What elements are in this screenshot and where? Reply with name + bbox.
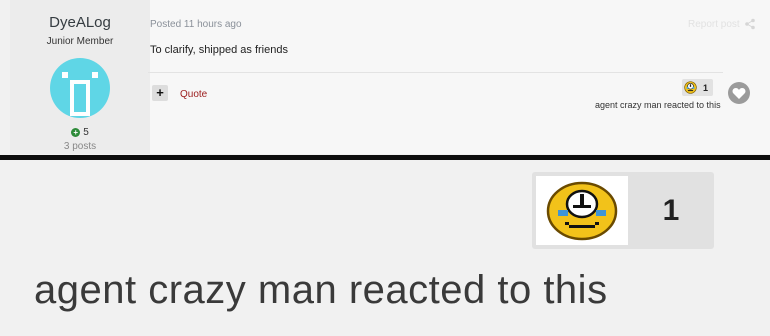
zoomed-view: 1 agent crazy man reacted to this [0, 160, 770, 336]
divider [148, 72, 723, 73]
post-timestamp[interactable]: Posted 11 hours ago [150, 19, 242, 30]
reputation-count: 5 [83, 127, 89, 138]
heart-icon [732, 87, 746, 99]
reaction-badge[interactable]: 1 [682, 79, 713, 96]
author-name[interactable]: DyeALog [10, 14, 150, 31]
react-button[interactable] [728, 82, 750, 104]
zoomed-reacted-text: agent crazy man reacted to this [34, 268, 608, 312]
avatar-image [48, 56, 112, 120]
quote-button[interactable]: Quote [180, 89, 207, 100]
reputation: + 5 [10, 127, 150, 138]
zoomed-reaction-count: 1 [662, 193, 680, 227]
reaction-count: 1 [702, 82, 708, 93]
multiquote-button[interactable]: + [152, 85, 168, 101]
author-rank: Junior Member [46, 36, 114, 47]
post-count: 3 posts [63, 141, 97, 152]
share-icon[interactable] [744, 18, 756, 30]
post-content: To clarify, shipped as friends [150, 44, 288, 56]
reacted-text[interactable]: agent crazy man reacted to this [595, 100, 721, 110]
plus-circle-icon: + [71, 128, 81, 137]
crying-face-icon [682, 79, 698, 96]
report-post-link[interactable]: Report post [688, 19, 740, 30]
avatar[interactable] [48, 56, 112, 120]
crying-face-icon [536, 176, 628, 245]
zoomed-reaction-badge: 1 [532, 172, 714, 249]
forum-post: DyeALog Junior Member + 5 3 posts Posted… [10, 0, 770, 154]
author-panel: DyeALog Junior Member + 5 3 posts [10, 0, 150, 154]
